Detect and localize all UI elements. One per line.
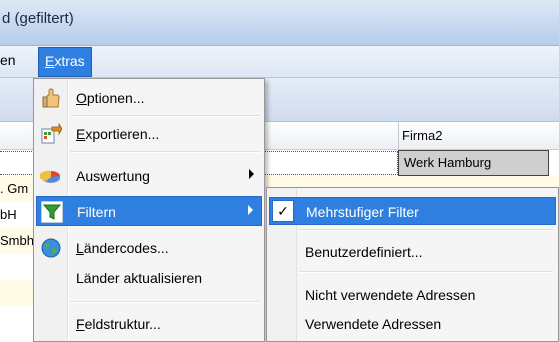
window-title-bar: d (gefiltert) [0, 0, 559, 46]
funnel-filter-icon [40, 200, 64, 224]
menubar-item-previous[interactable]: en [0, 52, 16, 68]
label-rest: ptionen... [86, 90, 145, 106]
menu-item-auswertung[interactable]: Auswertung [36, 161, 262, 191]
column-separator [398, 122, 399, 150]
submenu-item-benutzerdefiniert[interactable]: Benutzerdefiniert... [269, 238, 556, 266]
label-rest: xportieren... [85, 126, 160, 142]
menu-separator [70, 115, 260, 117]
menu-item-laendercodes[interactable]: Ländercodes... [36, 233, 262, 263]
menu-separator [70, 301, 260, 303]
menu-item-exportieren[interactable]: Exportieren... [36, 119, 262, 149]
menu-item-label: Filtern [77, 204, 116, 220]
checkmark-icon: ✓ [272, 200, 294, 222]
menu-separator [299, 271, 553, 273]
access-key: F [76, 316, 85, 332]
globe-icon [40, 237, 62, 259]
extras-access-key: E [45, 53, 55, 69]
menu-item-label: Ländercodes... [76, 240, 169, 256]
submenu-item-verwendete-adressen[interactable]: Verwendete Adressen [269, 310, 556, 338]
menubar-item-extras[interactable]: Extras [38, 47, 92, 77]
menu-item-label: Länder aktualisieren [76, 270, 203, 286]
label-rest: eldstruktur... [84, 316, 161, 332]
label-rest: ändercodes... [83, 240, 169, 256]
menu-bar: en Extras [0, 46, 559, 78]
access-key: L [76, 240, 84, 256]
extras-label-rest: xtras [54, 53, 85, 69]
access-key: O [76, 90, 87, 106]
menu-item-label: Auswertung [76, 168, 150, 184]
menu-separator [299, 229, 553, 231]
row-cell-fragment: Smbh [0, 233, 34, 248]
column-header-firma2[interactable]: Firma2 [402, 128, 442, 143]
options-hand-icon [40, 87, 62, 109]
row-cell-fragment: . Gm [0, 181, 29, 196]
window-title: d (gefiltert) [2, 10, 74, 27]
menu-item-filtern[interactable]: Filtern [36, 196, 262, 226]
submenu-item-label: Benutzerdefiniert... [305, 244, 423, 260]
menu-item-label: Exportieren... [76, 126, 159, 142]
submenu-arrow-icon [248, 205, 253, 215]
submenu-item-nicht-verwendete-adressen[interactable]: Nicht verwendete Adressen [269, 281, 556, 309]
selected-cell[interactable]: Werk Hamburg [398, 150, 549, 176]
menu-item-feldstruktur[interactable]: Feldstruktur... [36, 309, 262, 339]
submenu-arrow-icon [249, 169, 254, 179]
submenu-item-label: Nicht verwendete Adressen [305, 287, 476, 303]
extras-menu: Optionen... Exportieren... Auswertung Fi… [33, 78, 265, 342]
export-icon [40, 122, 63, 145]
filter-submenu: ✓ Mehrstufiger Filter Benutzerdefiniert.… [266, 187, 559, 342]
submenu-item-label: Verwendete Adressen [305, 316, 442, 332]
submenu-item-label: Mehrstufiger Filter [306, 204, 419, 220]
pie-chart-icon [39, 165, 62, 187]
menu-item-label: Feldstruktur... [76, 316, 161, 332]
submenu-item-mehrstufiger-filter[interactable]: ✓ Mehrstufiger Filter [269, 197, 556, 225]
menu-separator [70, 151, 260, 153]
menu-item-label: Optionen... [76, 90, 145, 106]
access-key: E [76, 126, 86, 142]
row-cell-fragment: bH [0, 207, 17, 222]
menu-item-laender-aktualisieren[interactable]: Länder aktualisieren [36, 263, 262, 293]
menu-item-optionen[interactable]: Optionen... [36, 83, 262, 113]
